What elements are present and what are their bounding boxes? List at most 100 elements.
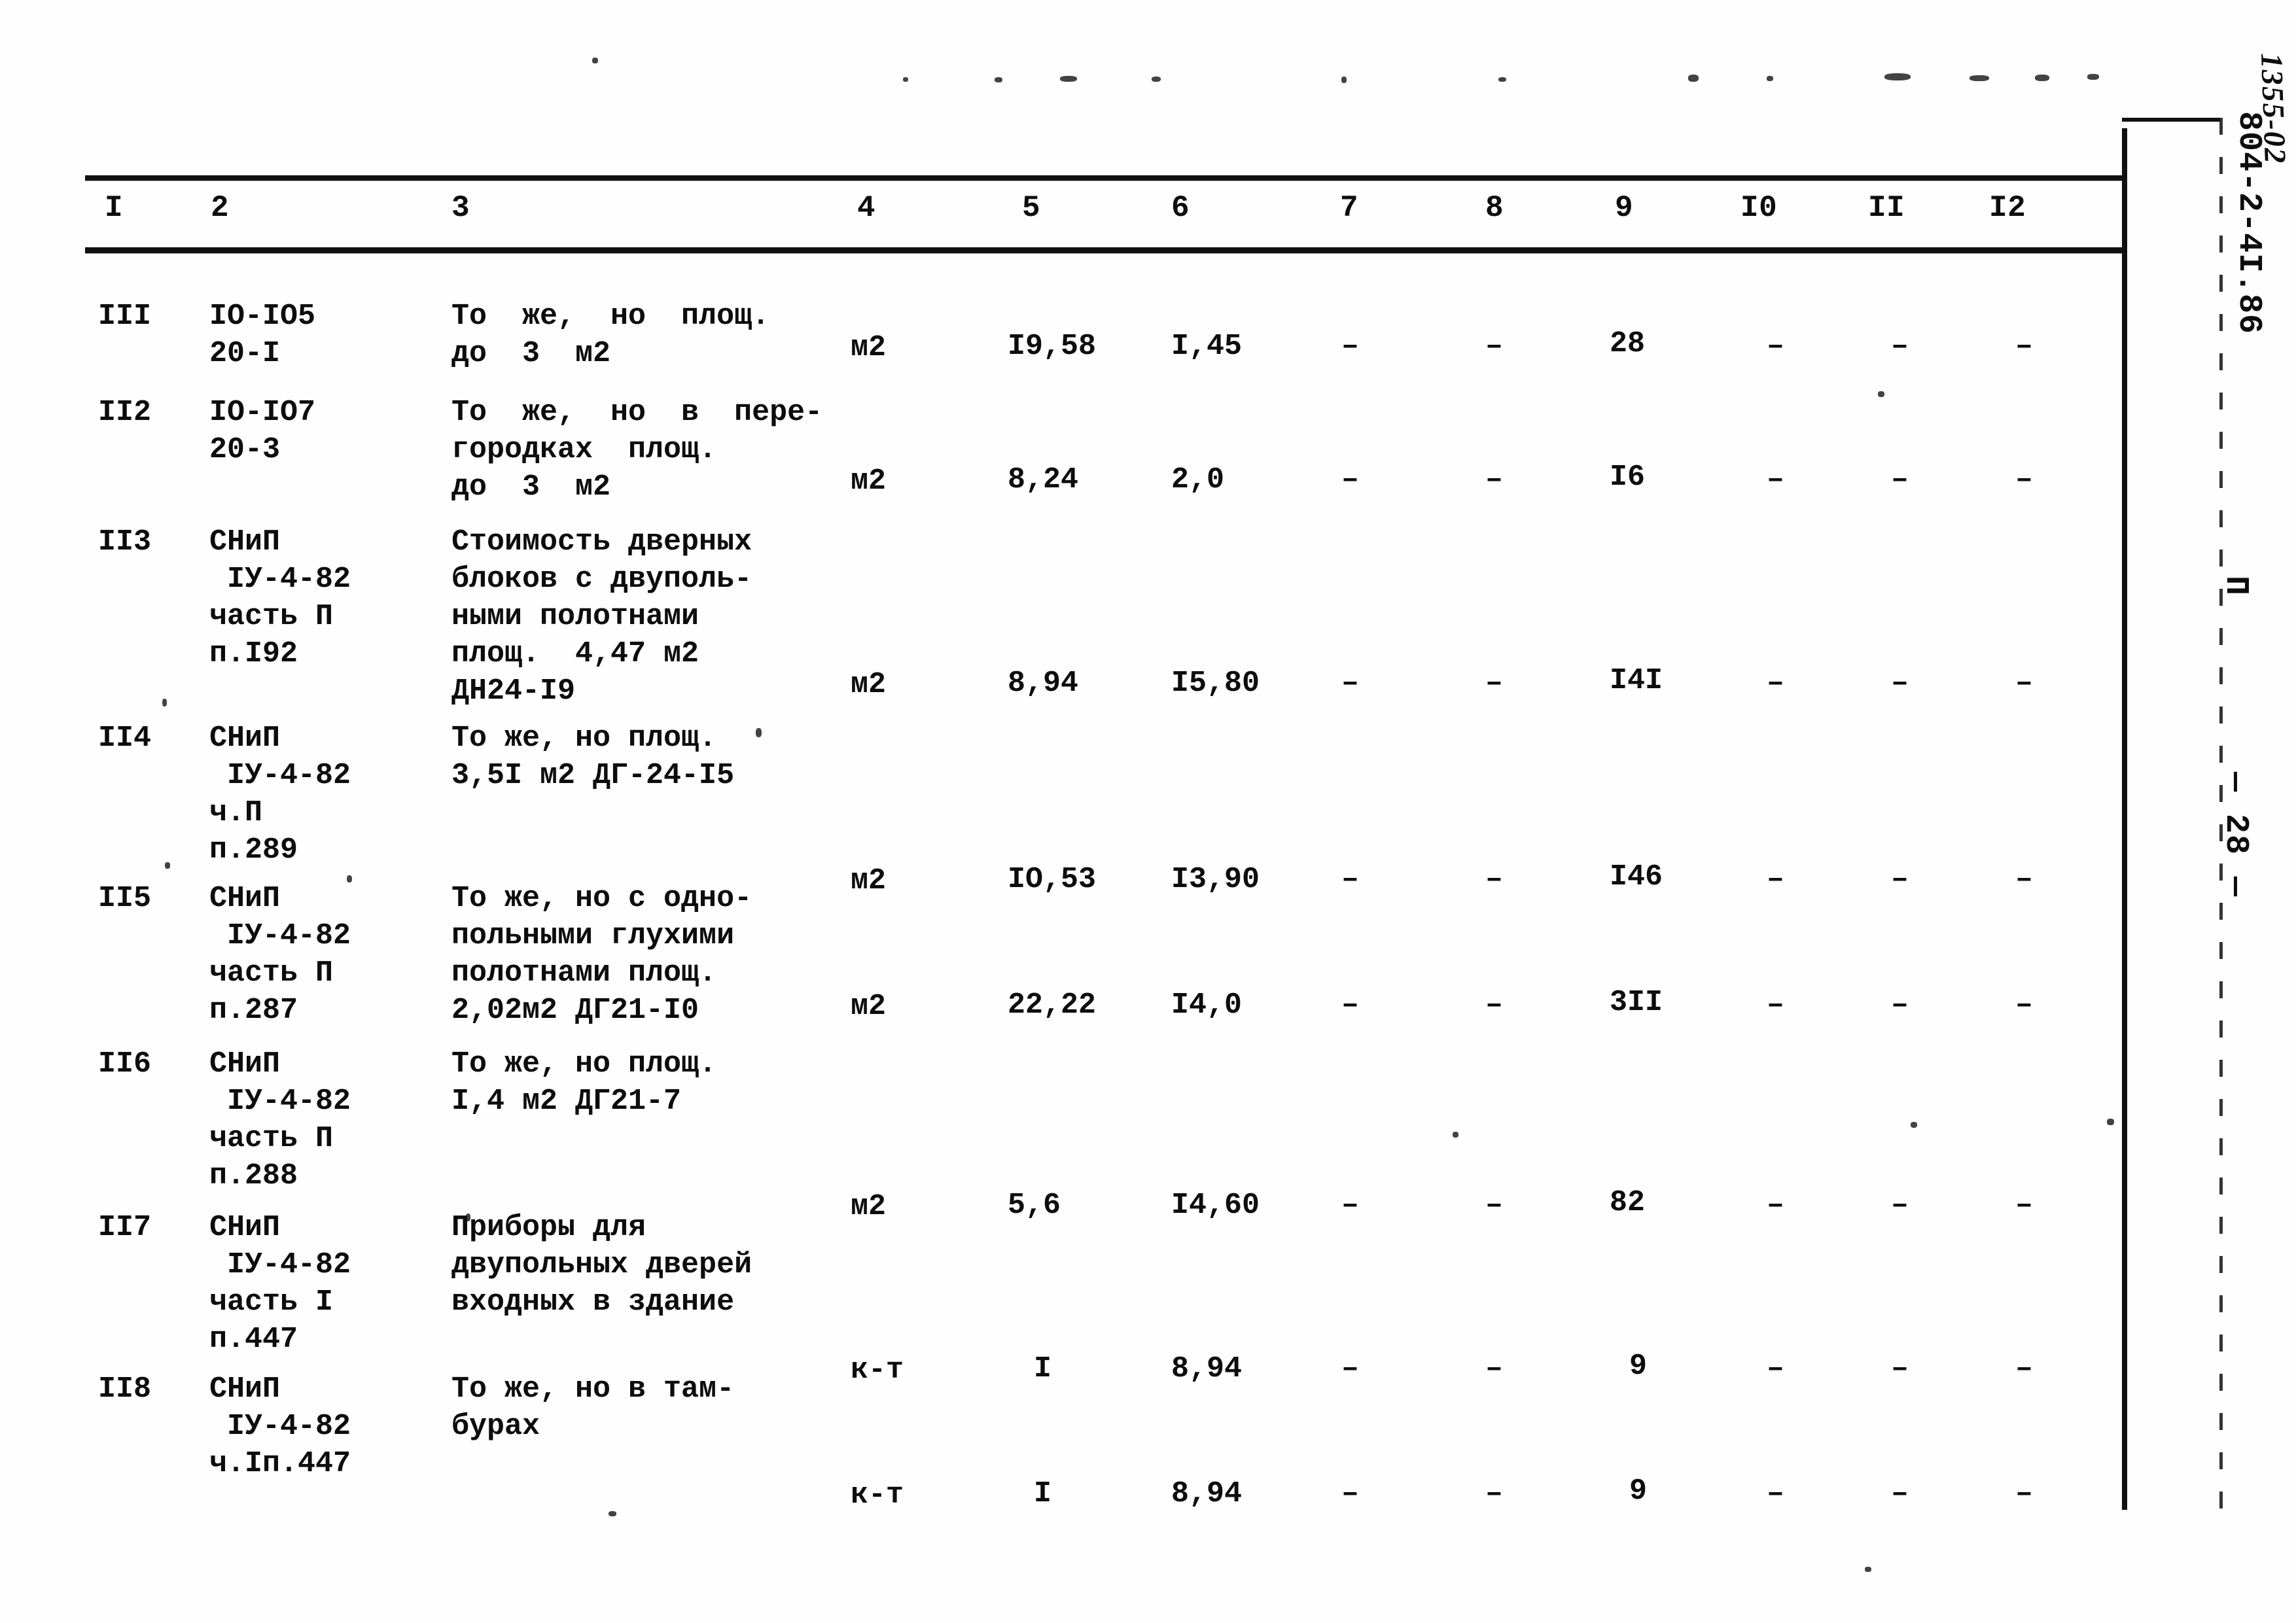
row-cell-unit: м2 <box>851 464 887 498</box>
row-cell-col8: – <box>1485 863 1504 896</box>
row-cell-col9: I6 <box>1610 461 1646 494</box>
row-cell-description: Стоимость дверных блоков с двуполь- ными… <box>451 525 752 708</box>
row-cell-col8: – <box>1485 1189 1504 1222</box>
row-cell-col11: – <box>1891 667 1909 700</box>
row-cell-col7: – <box>1341 863 1360 896</box>
row-cell-col7: – <box>1341 988 1360 1022</box>
row-cell-col8: – <box>1485 1477 1504 1510</box>
row-cell-qty: 8,24 <box>1008 463 1079 497</box>
row-cell-description: Приборы для двупольных дверей входных в … <box>451 1211 752 1319</box>
row-cell-col10: – <box>1767 1352 1785 1386</box>
row-cell-col7: – <box>1341 1189 1360 1222</box>
row-cell-col11: – <box>1891 330 1909 363</box>
row-cell-unit: м2 <box>851 331 887 364</box>
row-cell-col9: 3II <box>1610 986 1663 1019</box>
row-cell-price: 2,0 <box>1171 463 1225 497</box>
row-cell-price: 8,94 <box>1171 1477 1243 1510</box>
row-cell-price: I4,0 <box>1171 988 1243 1022</box>
row-cell-description: То же, но с одно- польными глухими полот… <box>451 882 752 1027</box>
row-cell-description: То же, но площ. I,4 м2 ДГ21-7 <box>451 1047 717 1118</box>
row-cell-col9: 28 <box>1610 327 1646 360</box>
row-cell-price: I5,80 <box>1171 667 1260 700</box>
row-cell-price: I3,90 <box>1171 863 1260 896</box>
row-cell-qty: IO,53 <box>1008 863 1097 896</box>
row-cell-description: То же, но в пере- городках площ. до 3 м2 <box>451 396 823 504</box>
row-cell-code: IO-IO5 20-I <box>209 300 316 370</box>
row-cell-col11: – <box>1891 863 1909 896</box>
row-cell-description: То же, но в там- бурах <box>451 1372 735 1443</box>
row-cell-col11: – <box>1891 1352 1909 1386</box>
row-cell-number: III <box>98 300 152 333</box>
row-cell-col11: – <box>1891 1189 1909 1222</box>
row-cell-number: II4 <box>98 722 152 755</box>
row-cell-number: II5 <box>98 882 152 915</box>
row-cell-col7: – <box>1341 1352 1360 1386</box>
row-cell-price: I,45 <box>1171 330 1243 363</box>
right-margin-block: 1355-02 804-2-4I.86 П — 28 — <box>2127 0 2296 1623</box>
row-cell-col10: – <box>1767 330 1785 363</box>
page-number: — 28 — <box>2217 772 2254 898</box>
row-cell-unit: м2 <box>851 1190 887 1223</box>
row-cell-code: СНиП IУ-4-82 часть П п.I92 <box>209 525 351 671</box>
row-cell-qty: I9,58 <box>1008 330 1097 363</box>
row-cell-col10: – <box>1767 988 1785 1022</box>
row-cell-col10: – <box>1767 863 1785 896</box>
row-cell-col12: – <box>2015 1477 2034 1510</box>
row-cell-col8: – <box>1485 463 1504 497</box>
row-cell-unit: к-т <box>851 1353 904 1387</box>
row-cell-qty: 8,94 <box>1008 667 1079 700</box>
row-cell-number: II2 <box>98 396 152 429</box>
row-cell-code: СНиП IУ-4-82 часть I п.447 <box>209 1211 351 1356</box>
row-cell-col9: 82 <box>1610 1186 1646 1219</box>
row-cell-code: СНиП IУ-4-82 часть П п.287 <box>209 882 351 1027</box>
row-cell-col12: – <box>2015 1189 2034 1222</box>
row-cell-price: I4,60 <box>1171 1189 1260 1222</box>
row-cell-number: II3 <box>98 525 152 559</box>
row-cell-col9: 9 <box>1629 1475 1648 1508</box>
row-cell-unit: м2 <box>851 990 887 1023</box>
row-cell-col8: – <box>1485 330 1504 363</box>
row-cell-col12: – <box>2015 463 2034 497</box>
row-cell-description: То же, но площ. 3,5I м2 ДГ-24-I5 <box>451 722 735 792</box>
row-cell-col9: 9 <box>1629 1350 1648 1383</box>
row-cell-description: То же, но площ. до 3 м2 <box>451 300 770 370</box>
row-cell-col10: – <box>1767 1477 1785 1510</box>
row-cell-code: СНиП IУ-4-82 ч.П п.289 <box>209 722 351 867</box>
row-cell-col12: – <box>2015 1352 2034 1386</box>
row-cell-qty: 5,6 <box>1008 1189 1061 1222</box>
table-body: III IO-IO5 20-I То же, но площ. до 3 м2 … <box>0 0 2120 1623</box>
row-cell-col10: – <box>1767 667 1785 700</box>
row-cell-unit: м2 <box>851 864 887 898</box>
row-cell-col10: – <box>1767 463 1785 497</box>
row-cell-unit: к-т <box>851 1478 904 1512</box>
row-cell-col7: – <box>1341 667 1360 700</box>
row-cell-col7: – <box>1341 1477 1360 1510</box>
row-cell-code: СНиП IУ-4-82 часть П п.288 <box>209 1047 351 1193</box>
row-cell-col11: – <box>1891 1477 1909 1510</box>
row-cell-price: 8,94 <box>1171 1352 1243 1386</box>
part-marker: П <box>2217 576 2254 596</box>
row-cell-code: IO-IO7 20-3 <box>209 396 316 466</box>
row-cell-col7: – <box>1341 463 1360 497</box>
scanned-page: I 2 3 4 5 6 7 8 9 I0 II I2 III IO-IO5 20… <box>0 0 2296 1623</box>
row-cell-col11: – <box>1891 988 1909 1022</box>
row-cell-col8: – <box>1485 667 1504 700</box>
row-cell-col8: – <box>1485 988 1504 1022</box>
row-cell-number: II6 <box>98 1047 152 1081</box>
row-cell-unit: м2 <box>851 668 887 701</box>
row-cell-qty: 22,22 <box>1008 988 1097 1022</box>
row-cell-code: СНиП IУ-4-82 ч.Iп.447 <box>209 1372 351 1480</box>
row-cell-col12: – <box>2015 667 2034 700</box>
row-cell-col12: – <box>2015 330 2034 363</box>
row-cell-qty: I <box>1034 1477 1052 1510</box>
row-cell-col12: – <box>2015 988 2034 1022</box>
row-cell-col8: – <box>1485 1352 1504 1386</box>
document-code: 804-2-4I.86 <box>2230 111 2267 335</box>
row-cell-col9: I46 <box>1610 860 1663 894</box>
row-cell-col9: I4I <box>1610 664 1663 697</box>
row-cell-col12: – <box>2015 863 2034 896</box>
row-cell-qty: I <box>1034 1352 1052 1386</box>
row-cell-col7: – <box>1341 330 1360 363</box>
row-cell-col11: – <box>1891 463 1909 497</box>
row-cell-number: II7 <box>98 1211 152 1244</box>
